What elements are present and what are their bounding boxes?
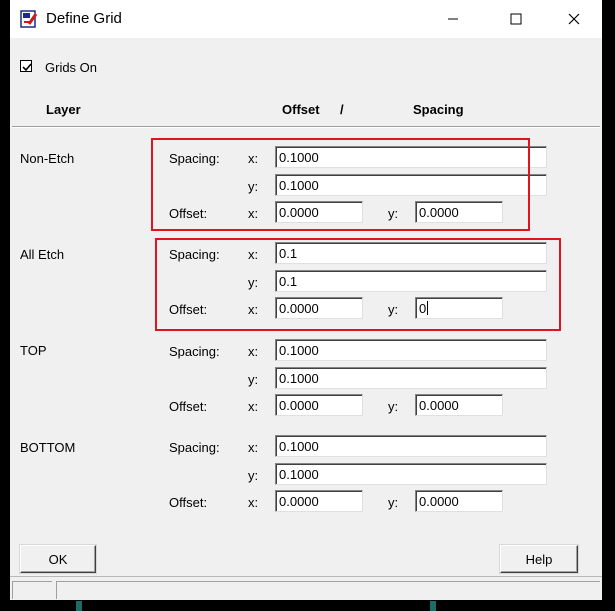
x-label: x: — [248, 495, 259, 510]
layer-name: Non-Etch — [20, 151, 75, 166]
app-icon — [20, 10, 38, 28]
status-pane — [56, 581, 600, 599]
layer-name: All Etch — [20, 247, 65, 262]
offset-label: Offset: — [169, 399, 208, 414]
spacing-x-input[interactable]: 0.1000 — [275, 339, 547, 361]
background-mark — [76, 601, 82, 611]
grids-on-label: Grids On — [45, 60, 98, 75]
x-label: x: — [248, 399, 259, 414]
offset-label: Offset: — [169, 495, 208, 510]
y-label: y: — [248, 468, 259, 483]
layer-name: TOP — [20, 343, 47, 358]
spacing-y-input[interactable]: 0.1000 — [275, 367, 547, 389]
minimize-button[interactable] — [430, 6, 476, 32]
offset-x-input[interactable]: 0.0000 — [275, 394, 363, 416]
header-divider-highlight — [12, 127, 600, 128]
close-button[interactable] — [551, 6, 597, 32]
title-bar[interactable]: Define Grid — [10, 0, 602, 38]
maximize-icon — [510, 13, 522, 25]
layer-header: Layer — [46, 102, 81, 117]
spacing-label: Spacing: — [169, 440, 220, 455]
window-title: Define Grid — [46, 10, 122, 27]
x-label: x: — [248, 440, 259, 455]
offset-y-input[interactable]: 0.0000 — [415, 394, 503, 416]
spacing-x-input[interactable]: 0.1000 — [275, 435, 547, 457]
offset-y-input[interactable]: 0.0000 — [415, 490, 503, 512]
checkmark-icon — [22, 63, 32, 72]
spacing-header: Spacing — [413, 102, 464, 117]
background-mark — [430, 601, 436, 611]
spacing-y-input[interactable]: 0.1000 — [275, 463, 547, 485]
define-grid-window: Define Grid Grids On Layer Offset / Spac… — [10, 0, 602, 600]
y-label: y: — [248, 372, 259, 387]
status-bar — [10, 576, 602, 600]
offset-header: Offset — [282, 102, 320, 117]
close-icon — [568, 13, 580, 25]
maximize-button[interactable] — [493, 6, 539, 32]
status-pane — [12, 581, 52, 599]
y-label: y: — [388, 399, 399, 414]
offset-x-input[interactable]: 0.0000 — [275, 490, 363, 512]
layer-name: BOTTOM — [20, 440, 76, 455]
help-button[interactable]: Help — [500, 545, 578, 573]
minimize-icon — [448, 18, 458, 20]
x-label: x: — [248, 344, 259, 359]
ok-button[interactable]: OK — [20, 545, 96, 573]
highlight-box-all-etch — [155, 238, 561, 331]
dialog-content: Grids On Layer Offset / Spacing Non-Etch… — [10, 38, 602, 600]
spacing-label: Spacing: — [169, 344, 220, 359]
highlight-box-non-etch — [151, 138, 530, 231]
slash-separator: / — [340, 102, 344, 117]
y-label: y: — [388, 495, 399, 510]
grids-on-checkbox[interactable] — [20, 60, 32, 72]
